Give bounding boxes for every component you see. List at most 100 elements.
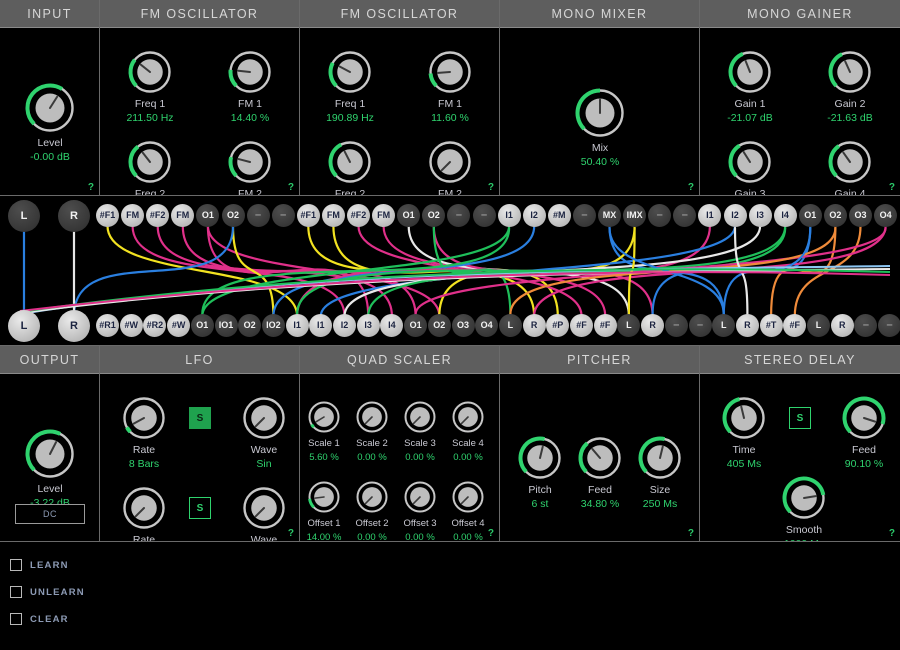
knob-dial[interactable] <box>355 400 389 434</box>
patch-node[interactable]: L <box>8 310 40 342</box>
knob-dial[interactable] <box>328 140 372 184</box>
patch-node[interactable]: FM <box>372 204 396 227</box>
knob-dial[interactable] <box>451 400 485 434</box>
patch-node[interactable]: #F <box>593 314 617 337</box>
patch-node[interactable]: – <box>271 204 295 227</box>
patch-node[interactable]: – <box>246 204 270 227</box>
knob-dial[interactable] <box>403 400 437 434</box>
knob-dial[interactable] <box>307 480 341 514</box>
knob-dial[interactable] <box>242 396 286 440</box>
patch-node[interactable]: L <box>807 314 830 337</box>
knob-smooth[interactable]: Smooth 1000 Ms <box>768 476 840 541</box>
knob-dial[interactable] <box>228 50 272 94</box>
patch-node[interactable]: #F1 <box>296 204 320 227</box>
knob-mix[interactable]: Mix 50.40 % <box>564 88 636 168</box>
patch-node[interactable]: #R1 <box>96 314 119 337</box>
patch-node[interactable]: I3 <box>748 204 772 227</box>
knob-fm-2[interactable]: FM 20.00 % <box>414 140 486 195</box>
knob-dial[interactable] <box>25 83 75 133</box>
knob-dial[interactable] <box>122 486 166 530</box>
knob-dial[interactable] <box>722 396 766 440</box>
checkbox-clear[interactable]: CLEAR <box>10 613 69 625</box>
knob-time[interactable]: Time 405 Ms <box>708 396 780 470</box>
knob-dial[interactable] <box>242 486 286 530</box>
checkbox-box[interactable] <box>10 613 22 625</box>
knob-dial[interactable] <box>25 429 75 479</box>
knob-freq-1[interactable]: Freq 1 211.50 Hz <box>114 50 186 124</box>
patch-node[interactable]: – <box>572 204 596 227</box>
knob-fm-2[interactable]: FM 218.80 % <box>214 140 286 195</box>
knob-freq-2[interactable]: Freq 2293.80 Hz <box>314 140 386 195</box>
knob-dial[interactable] <box>328 50 372 94</box>
patch-node[interactable]: I1 <box>285 314 309 337</box>
knob-dial[interactable] <box>842 396 886 440</box>
knob-dial[interactable] <box>451 480 485 514</box>
patch-node[interactable]: O2 <box>823 204 847 227</box>
patch-node[interactable]: FM <box>121 204 145 227</box>
module-help-icon[interactable]: ? <box>889 528 895 539</box>
patch-node[interactable]: R <box>58 200 90 232</box>
patch-node[interactable]: IO2 <box>261 314 285 337</box>
knob-dial[interactable] <box>728 140 772 184</box>
patch-node[interactable]: MX <box>598 204 621 227</box>
checkbox-box[interactable] <box>10 559 22 571</box>
patch-node[interactable]: I1 <box>497 204 521 227</box>
knob-scale-1[interactable]: Scale 1 5.60 % <box>300 400 348 464</box>
module-help-icon[interactable]: ? <box>889 182 895 193</box>
patch-node[interactable]: I4 <box>773 204 797 227</box>
patch-node[interactable]: O1 <box>798 204 822 227</box>
patch-node[interactable]: O1 <box>190 314 214 337</box>
knob-rate[interactable]: Rate0.00 Hz <box>108 486 180 541</box>
patch-node[interactable]: #W <box>167 314 191 337</box>
knob-scale-2[interactable]: Scale 2 0.00 % <box>348 400 396 464</box>
knob-scale-4[interactable]: Scale 4 0.00 % <box>444 400 492 464</box>
patch-node[interactable]: #F <box>570 314 593 337</box>
knob-dial[interactable] <box>728 50 772 94</box>
knob-feed[interactable]: Feed 90.10 % <box>828 396 900 470</box>
knob-dial[interactable] <box>518 436 562 480</box>
patch-node[interactable]: O2 <box>427 314 451 337</box>
knob-size[interactable]: Size 250 Ms <box>624 436 696 510</box>
knob-dial[interactable] <box>782 476 826 520</box>
patch-node[interactable]: IMX <box>623 204 647 227</box>
patch-node[interactable]: #F2 <box>347 204 370 227</box>
patch-node[interactable]: O3 <box>451 314 475 337</box>
patch-node[interactable]: O4 <box>874 204 898 227</box>
knob-scale-3[interactable]: Scale 3 0.00 % <box>396 400 444 464</box>
knob-offset-2[interactable]: Offset 2 0.00 % <box>348 480 396 541</box>
patch-node[interactable]: R <box>58 310 90 342</box>
knob-gain-3[interactable]: Gain 3-23.61 dB <box>714 140 786 195</box>
knob-offset-1[interactable]: Offset 1 14.00 % <box>300 480 348 541</box>
knob-dial[interactable] <box>307 400 341 434</box>
knob-gain-2[interactable]: Gain 2 -21.63 dB <box>814 50 886 124</box>
knob-gain-1[interactable]: Gain 1 -21.07 dB <box>714 50 786 124</box>
knob-dial[interactable] <box>428 50 472 94</box>
checkbox-unlearn[interactable]: UNLEARN <box>10 586 85 598</box>
patch-node[interactable]: #M <box>547 204 571 227</box>
patch-node[interactable]: FM <box>321 204 345 227</box>
knob-dial[interactable] <box>828 140 872 184</box>
patch-node[interactable]: R <box>735 314 759 337</box>
module-help-icon[interactable]: ? <box>688 528 694 539</box>
knob-dial[interactable] <box>122 396 166 440</box>
knob-dial[interactable] <box>128 140 172 184</box>
knob-level[interactable]: Level -3.22 dB <box>14 429 86 509</box>
patch-node[interactable]: L <box>8 200 40 232</box>
knob-offset-3[interactable]: Offset 3 0.00 % <box>396 480 444 541</box>
knob-dial[interactable] <box>128 50 172 94</box>
knob-gain-4[interactable]: Gain 4-24.34 dB <box>814 140 886 195</box>
dc-offset-button[interactable]: DC <box>15 504 85 524</box>
patch-node[interactable]: O3 <box>849 204 872 227</box>
patch-node[interactable]: #F1 <box>96 204 119 227</box>
patch-node[interactable]: R <box>522 314 546 337</box>
knob-dial[interactable] <box>638 436 682 480</box>
knob-dial[interactable] <box>575 88 625 138</box>
patch-node[interactable]: O2 <box>221 204 245 227</box>
knob-dial[interactable] <box>578 436 622 480</box>
patch-node[interactable]: I2 <box>522 204 546 227</box>
module-help-icon[interactable]: ? <box>288 528 294 539</box>
module-help-icon[interactable]: ? <box>488 182 494 193</box>
checkbox-box[interactable] <box>10 586 22 598</box>
patch-node[interactable]: – <box>878 314 900 337</box>
patch-node[interactable]: L <box>498 314 522 337</box>
